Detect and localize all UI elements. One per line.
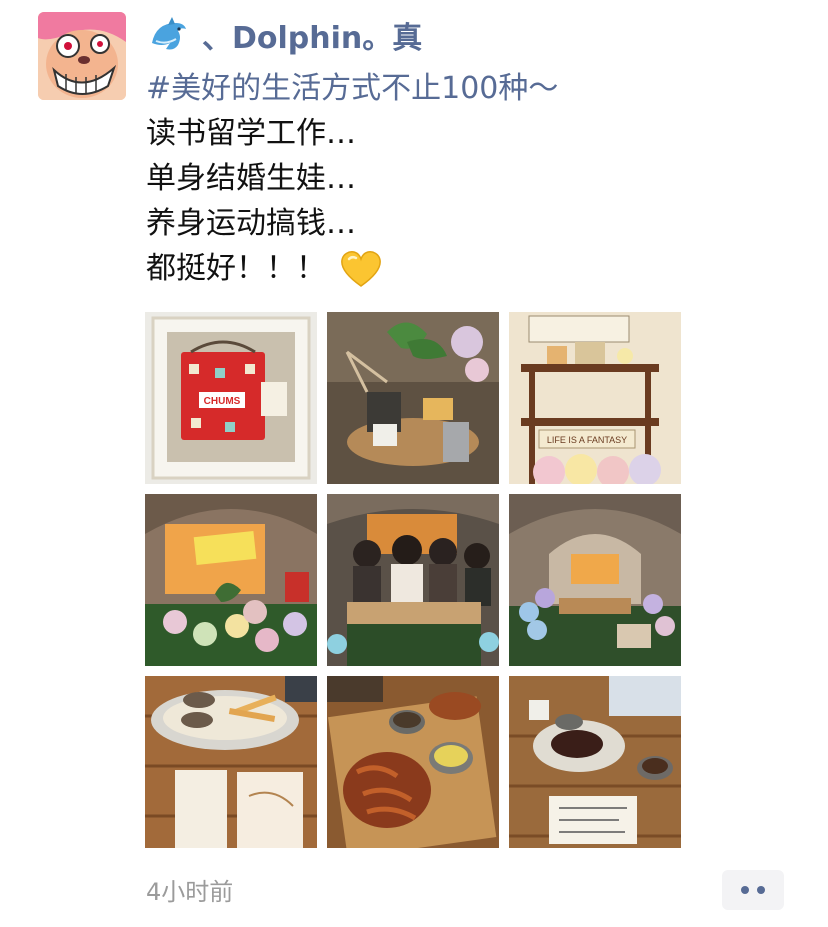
photo-thumbnail[interactable] (145, 494, 317, 666)
dolphin-icon (152, 17, 186, 50)
tent-balloons-photo (145, 494, 317, 666)
text-line: 都挺好！！！ (146, 251, 326, 286)
fries-tray-photo (145, 676, 317, 848)
moments-post: 、Dolphin。真 #美好的生活方式不止100种～ 读书留学工作… 单身结婚生… (0, 0, 828, 927)
group-friends-photo (327, 494, 499, 666)
photo-thumbnail[interactable]: CHUMS (145, 312, 317, 484)
grilled-wings-photo (327, 676, 499, 848)
text-line: 单身结婚生娃… (146, 161, 356, 196)
post-text: #美好的生活方式不止100种～ 读书留学工作… 单身结婚生娃… 养身运动搞钱… … (146, 66, 796, 291)
photo-thumbnail[interactable] (509, 494, 681, 666)
photo-thumbnail[interactable] (327, 312, 499, 484)
snack-plates-photo (509, 676, 681, 848)
more-actions-button[interactable] (722, 870, 784, 910)
cartoon-avatar-icon (38, 12, 126, 100)
post-timestamp: 4小时前 (146, 878, 234, 906)
hashtag-link[interactable]: #美好的生活方式不止100种～ (146, 66, 558, 111)
photo-thumbnail[interactable] (145, 676, 317, 848)
chums-bag-photo: CHUMS (145, 312, 317, 484)
photo-grid: CHUMS LIFE IS A FANTASY (145, 312, 681, 848)
author-name-row[interactable]: 、Dolphin。真 (148, 12, 422, 58)
photo-thumbnail[interactable] (509, 676, 681, 848)
tent-interior-photo (509, 494, 681, 666)
text-line: 读书留学工作… (146, 116, 356, 151)
author-name: 、Dolphin。真 (202, 21, 423, 56)
avatar[interactable] (38, 12, 126, 100)
photo-label: LIFE IS A FANTASY (547, 435, 627, 445)
photo-thumbnail[interactable] (327, 676, 499, 848)
photo-thumbnail[interactable] (327, 494, 499, 666)
ellipsis-icon (741, 886, 765, 894)
photo-label: CHUMS (204, 396, 241, 407)
text-line: 养身运动搞钱… (146, 206, 356, 241)
photo-thumbnail[interactable]: LIFE IS A FANTASY (509, 312, 681, 484)
shelf-decor-photo: LIFE IS A FANTASY (509, 312, 681, 484)
yellow-heart-icon (341, 250, 381, 287)
camp-coffee-table-photo (327, 312, 499, 484)
